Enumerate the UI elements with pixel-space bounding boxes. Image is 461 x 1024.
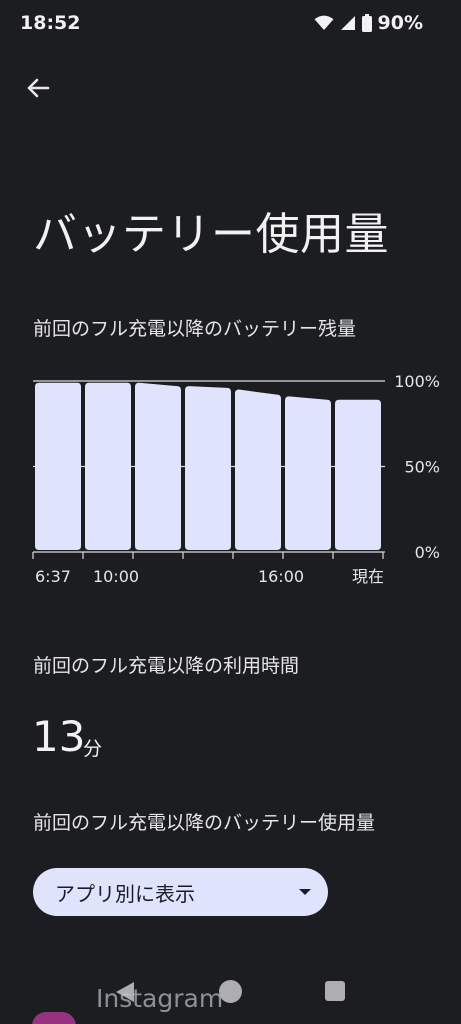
chart-bar [235,389,281,550]
x-tick-label: 現在 [352,567,384,586]
x-tick-label: 10:00 [93,567,139,586]
y-tick-label: 100% [394,372,440,391]
nav-back-icon[interactable] [114,980,136,1004]
chart-bar [135,382,181,550]
nav-recents-icon[interactable] [325,981,345,1001]
dropdown-arrow-icon [299,889,311,895]
status-icons: 90% [314,12,423,34]
nav-home-icon[interactable] [219,980,242,1003]
view-by-app-dropdown[interactable]: アプリ別に表示 [33,868,328,916]
status-bar: 18:52 90% [0,0,461,50]
y-tick-label: 0% [415,543,440,562]
chart-bar [35,382,81,550]
battery-level-chart: 100% 50% 0% 6:37 10:00 16:00 現在 [32,372,440,586]
y-tick-label: 50% [404,458,440,477]
arrow-back-icon[interactable] [22,72,54,104]
chart-bar [335,399,381,550]
dropdown-label: アプリ別に表示 [55,881,195,906]
wifi-icon [314,15,334,30]
status-time: 18:52 [20,12,81,34]
x-tick-label: 16:00 [258,567,304,586]
x-tick-label: 6:37 [35,567,71,586]
usage-time-value: 13 [32,712,86,761]
instagram-app-icon[interactable] [32,1012,76,1024]
battery-icon [361,14,372,32]
chart-bar [185,386,231,550]
battery-usage-screen: 18:52 90% バッテリー使用量 前回のフル充電以降のバッテリー残量 100… [0,0,461,1024]
battery-level-heading: 前回のフル充電以降のバッテリー残量 [33,318,357,340]
signal-icon [340,16,355,30]
chart-bar [285,396,331,550]
chart-bar [85,382,131,550]
usage-time-heading: 前回のフル充電以降の利用時間 [33,655,300,677]
app-usage-heading: 前回のフル充電以降のバッテリー使用量 [33,812,376,834]
page-title: バッテリー使用量 [33,209,389,260]
usage-time-unit: 分 [83,738,103,760]
battery-percent: 90% [377,12,423,34]
